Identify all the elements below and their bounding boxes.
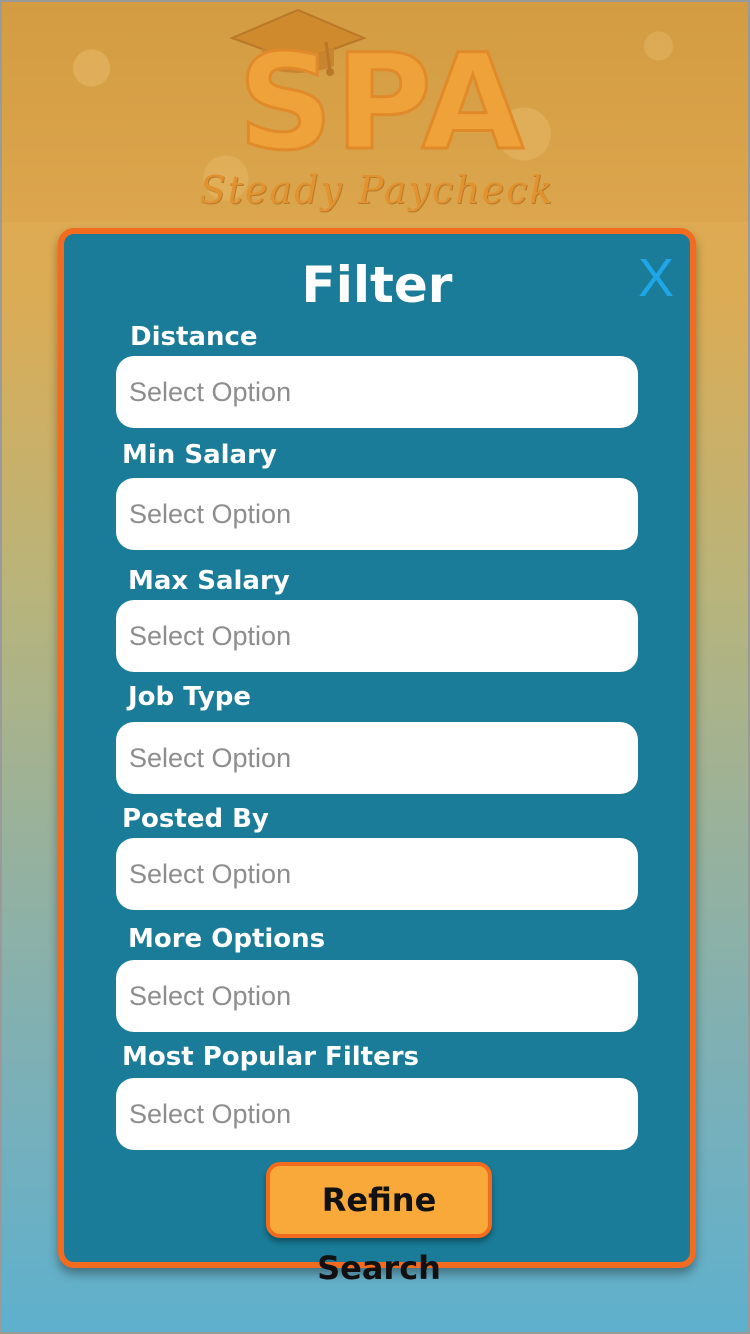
more-options-label: More Options — [128, 924, 326, 954]
most-popular-filters-label: Most Popular Filters — [122, 1042, 420, 1072]
max-salary-label: Max Salary — [128, 566, 290, 596]
app-header: SPA Steady Paycheck Agency — [2, 2, 748, 268]
job-type-select[interactable]: Select Option — [116, 722, 638, 794]
app-logo: SPA — [237, 26, 526, 180]
refine-search-button[interactable]: Refine Search — [266, 1162, 492, 1287]
min-salary-label: Min Salary — [122, 440, 277, 470]
most-popular-filters-select[interactable]: Select Option — [116, 1078, 638, 1150]
distance-label: Distance — [130, 322, 258, 352]
app-tagline: Steady Paycheck Agency — [199, 168, 555, 268]
filter-modal: Filter X Distance Select Option Min Sala… — [58, 228, 696, 1287]
close-button[interactable]: X — [632, 250, 680, 306]
more-options-select[interactable]: Select Option — [116, 960, 638, 1032]
posted-by-select[interactable]: Select Option — [116, 838, 638, 910]
distance-select[interactable]: Select Option — [116, 356, 638, 428]
job-type-label: Job Type — [128, 682, 252, 712]
posted-by-label: Posted By — [122, 804, 269, 834]
modal-title: Filter — [301, 256, 453, 314]
max-salary-select[interactable]: Select Option — [116, 600, 638, 672]
min-salary-select[interactable]: Select Option — [116, 478, 638, 550]
